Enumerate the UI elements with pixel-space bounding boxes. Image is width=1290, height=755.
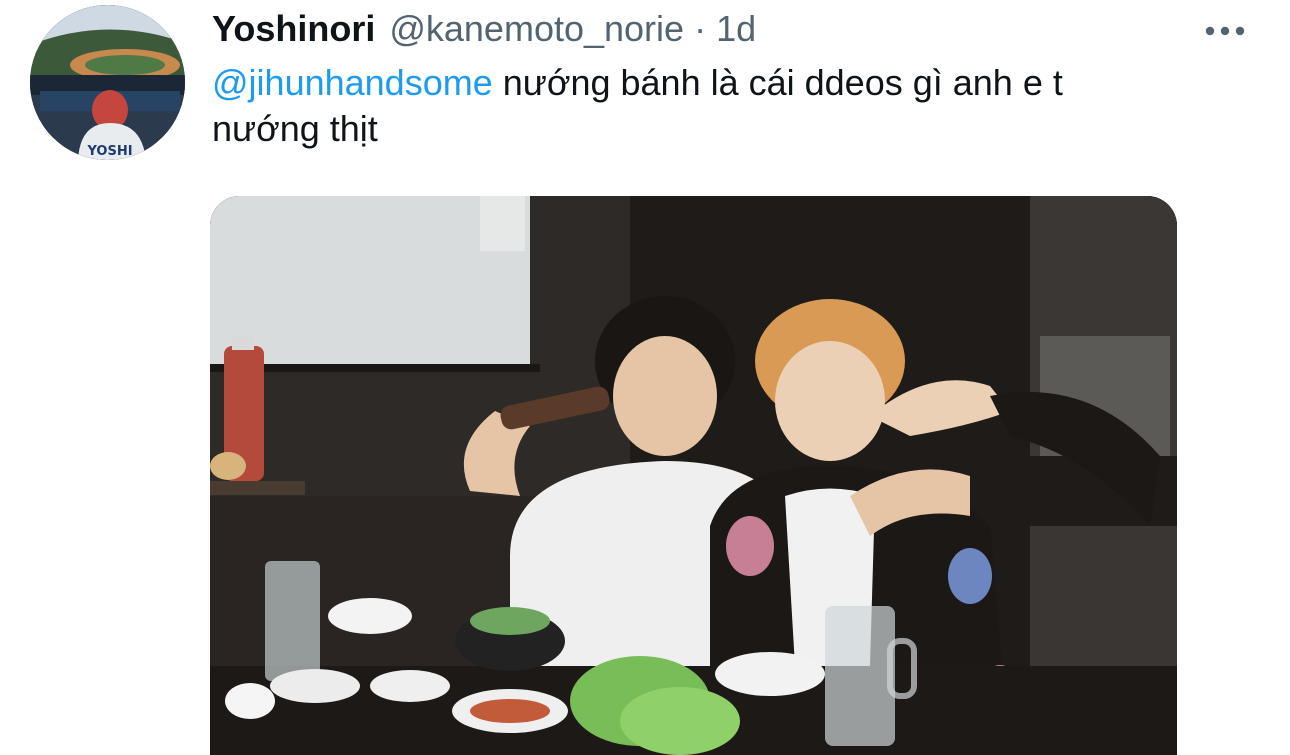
separator-dot: · — [694, 8, 707, 49]
user-handle[interactable]: @kanemoto_norie — [389, 8, 684, 50]
display-name[interactable]: Yoshinori — [212, 8, 375, 50]
avatar-jersey-text: YOSHI — [86, 144, 132, 159]
timestamp[interactable]: 1d — [716, 8, 756, 50]
tweet-text-line1: nướng bánh là cái ddeos gì anh e t — [492, 62, 1063, 103]
more-horizontal-icon — [1205, 26, 1245, 36]
more-options-button[interactable] — [1195, 16, 1255, 46]
tweet-text-line2: nướng thịt — [212, 108, 378, 149]
tweet-text: @jihunhandsome nướng bánh là cái ddeos g… — [212, 60, 1272, 152]
tweet-header: Yoshinori @kanemoto_norie · 1d — [212, 8, 756, 56]
avatar[interactable]: YOSHI — [30, 5, 185, 160]
mention-link[interactable]: @jihunhandsome — [212, 62, 493, 103]
tweet-photo[interactable] — [210, 196, 1177, 755]
avatar-image: YOSHI — [30, 5, 185, 160]
photo-image — [210, 196, 1177, 755]
